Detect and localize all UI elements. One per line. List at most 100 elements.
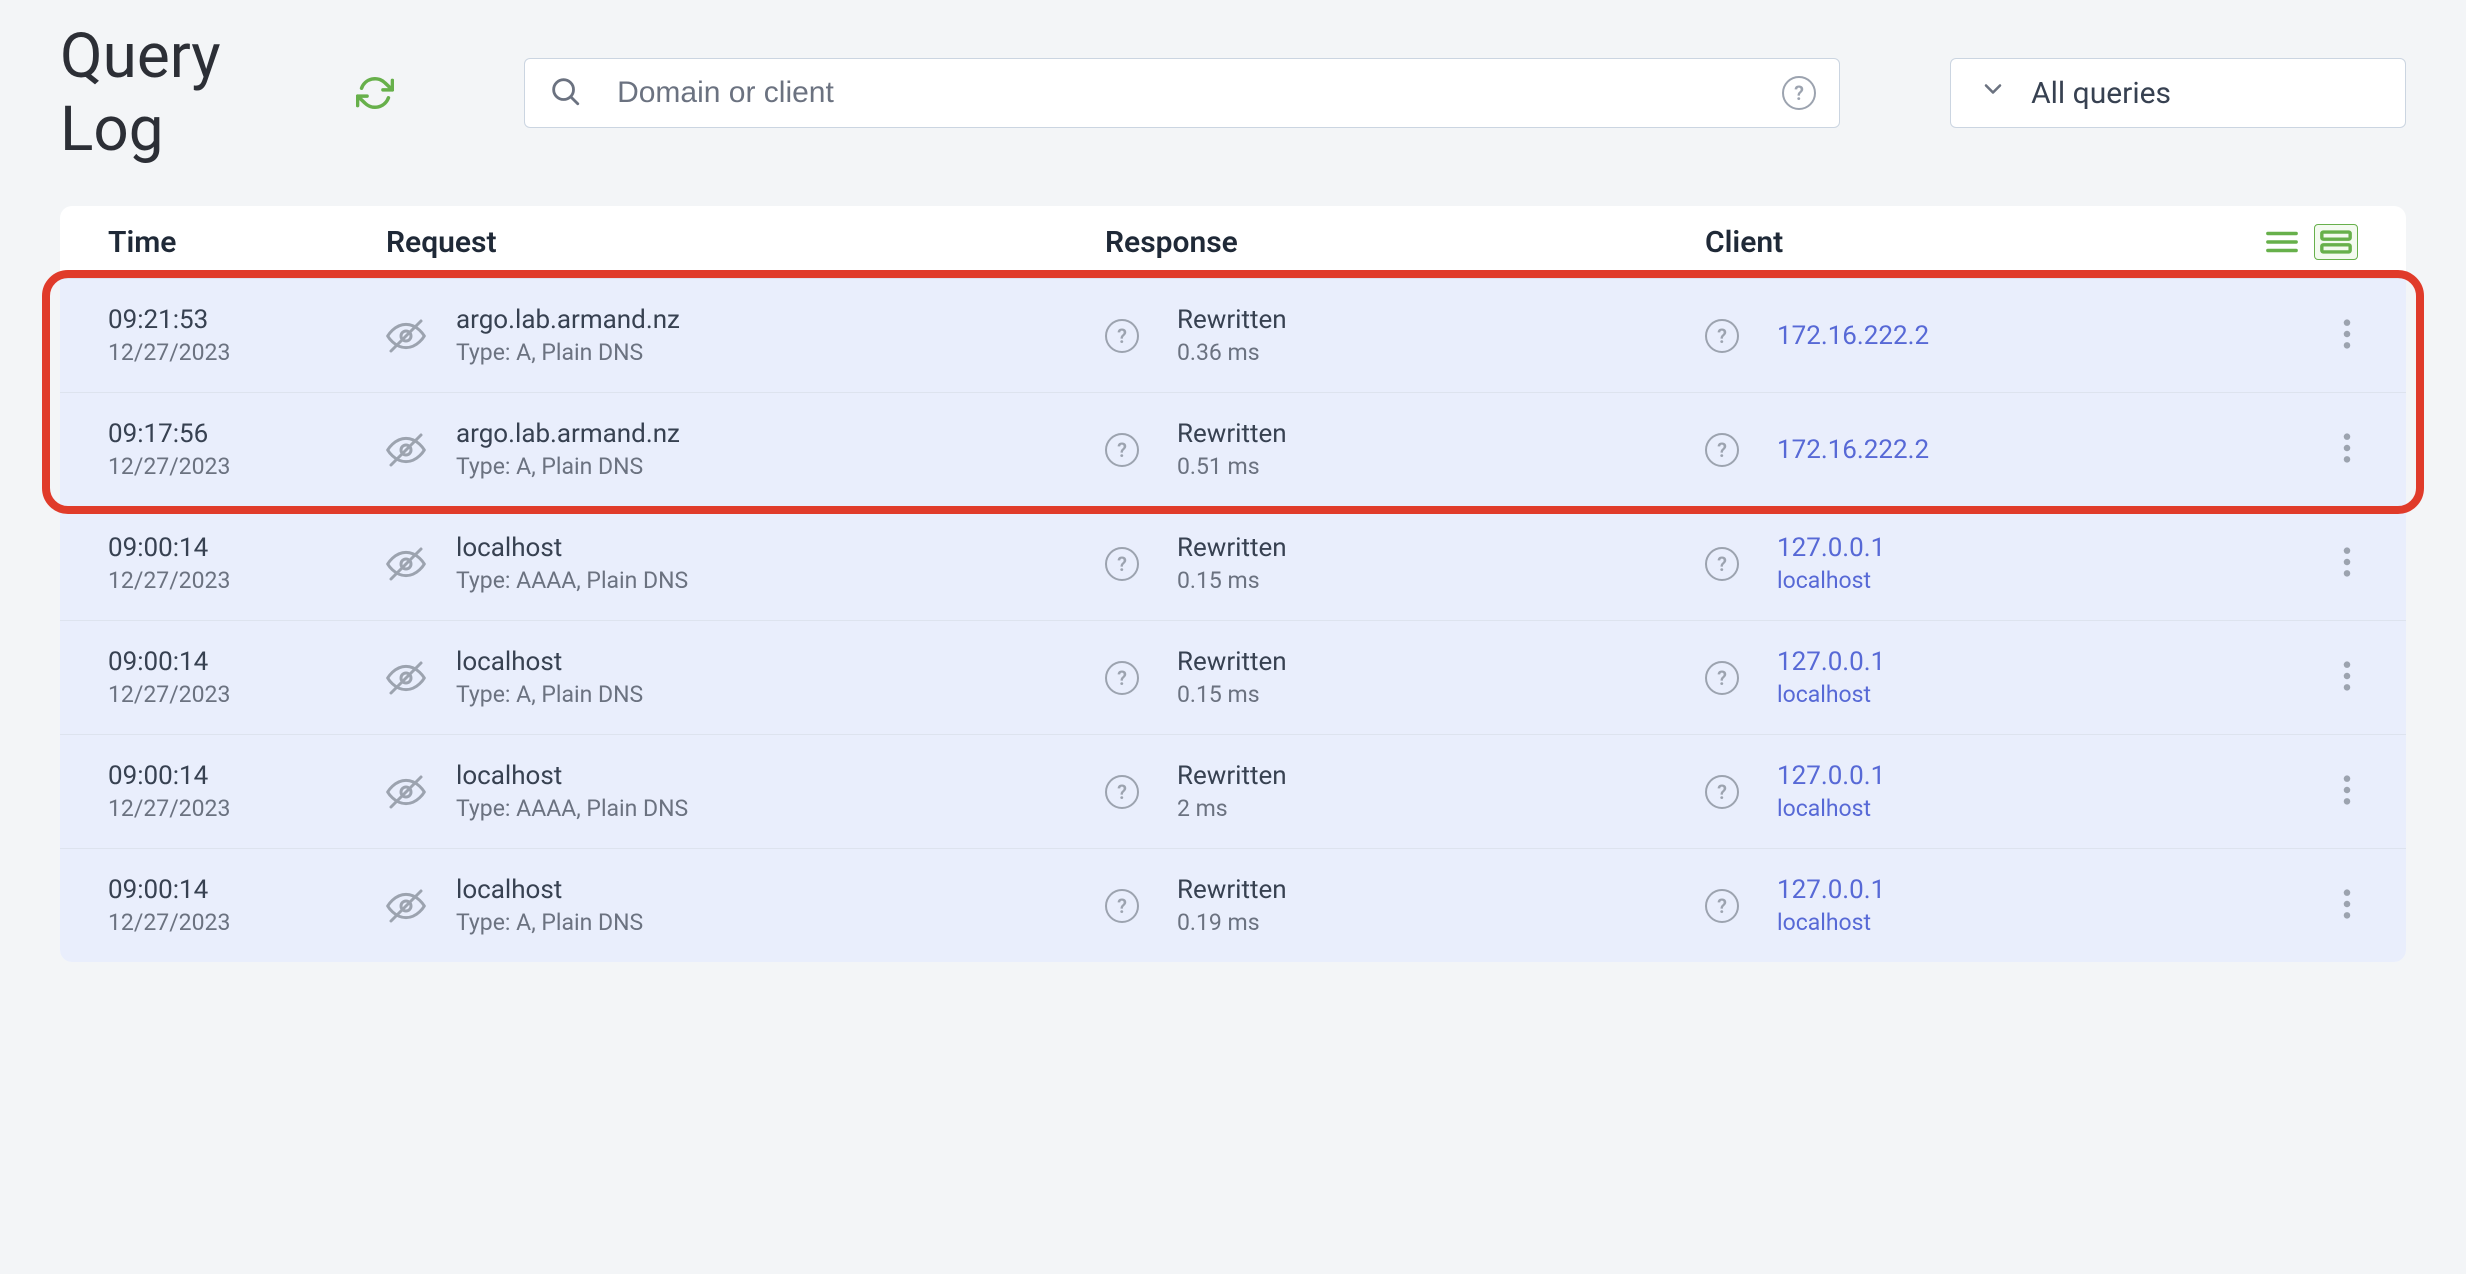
table-row[interactable]: 09:00:14 12/27/2023 localhost Type: A, P… xyxy=(60,620,2406,734)
request-cell: argo.lab.armand.nz Type: A, Plain DNS xyxy=(386,305,1105,366)
help-icon[interactable]: ? xyxy=(1705,547,1739,581)
table-row[interactable]: 09:17:56 12/27/2023 argo.lab.armand.nz T… xyxy=(60,392,2406,506)
request-type: Type: A, Plain DNS xyxy=(456,453,680,480)
request-cell: localhost Type: A, Plain DNS xyxy=(386,875,1105,936)
search-icon xyxy=(548,74,582,112)
time-value: 09:00:14 xyxy=(108,647,386,677)
client-cell: ? 172.16.222.2 xyxy=(1705,433,2336,467)
response-cell: ? Rewritten 0.19 ms xyxy=(1105,875,1705,936)
filter-label: All queries xyxy=(2031,76,2171,111)
time-cell: 09:00:14 12/27/2023 xyxy=(108,533,386,594)
col-header-response[interactable]: Response xyxy=(1105,225,1705,260)
help-icon[interactable]: ? xyxy=(1782,76,1816,110)
response-latency: 2 ms xyxy=(1177,795,1287,822)
response-latency: 0.19 ms xyxy=(1177,909,1287,936)
filter-dropdown[interactable]: All queries xyxy=(1950,58,2406,128)
client-name[interactable]: localhost xyxy=(1777,909,1885,936)
time-value: 09:21:53 xyxy=(108,305,386,335)
table-header-row: Time Request Response Client xyxy=(60,206,2406,278)
help-icon[interactable]: ? xyxy=(1705,889,1739,923)
search-input[interactable] xyxy=(524,58,1840,128)
request-type: Type: A, Plain DNS xyxy=(456,909,643,936)
time-cell: 09:21:53 12/27/2023 xyxy=(108,305,386,366)
tracker-icon[interactable] xyxy=(386,658,426,698)
help-icon[interactable]: ? xyxy=(1705,661,1739,695)
compact-view-icon[interactable] xyxy=(2260,224,2304,260)
tracker-icon[interactable] xyxy=(386,430,426,470)
client-cell: ? 127.0.0.1 localhost xyxy=(1705,647,2336,708)
client-ip[interactable]: 127.0.0.1 xyxy=(1777,875,1885,905)
date-value: 12/27/2023 xyxy=(108,909,386,936)
client-ip[interactable]: 172.16.222.2 xyxy=(1777,435,1929,465)
request-cell: argo.lab.armand.nz Type: A, Plain DNS xyxy=(386,419,1105,480)
more-menu-icon[interactable] xyxy=(2336,541,2358,587)
client-name[interactable]: localhost xyxy=(1777,681,1885,708)
query-log-table: Time Request Response Client 09:21:53 xyxy=(60,206,2406,962)
response-status: Rewritten xyxy=(1177,419,1287,449)
response-status: Rewritten xyxy=(1177,761,1287,791)
date-value: 12/27/2023 xyxy=(108,453,386,480)
response-cell: ? Rewritten 0.15 ms xyxy=(1105,533,1705,594)
table-row[interactable]: 09:00:14 12/27/2023 localhost Type: AAAA… xyxy=(60,734,2406,848)
col-header-time[interactable]: Time xyxy=(108,225,386,260)
request-type: Type: AAAA, Plain DNS xyxy=(456,795,688,822)
request-domain: argo.lab.armand.nz xyxy=(456,419,680,449)
client-ip[interactable]: 127.0.0.1 xyxy=(1777,533,1885,563)
help-icon[interactable]: ? xyxy=(1705,433,1739,467)
tracker-icon[interactable] xyxy=(386,316,426,356)
help-icon[interactable]: ? xyxy=(1105,319,1139,353)
response-cell: ? Rewritten 0.51 ms xyxy=(1105,419,1705,480)
response-status: Rewritten xyxy=(1177,305,1287,335)
time-cell: 09:00:14 12/27/2023 xyxy=(108,875,386,936)
time-cell: 09:17:56 12/27/2023 xyxy=(108,419,386,480)
refresh-icon[interactable] xyxy=(356,74,394,112)
response-status: Rewritten xyxy=(1177,647,1287,677)
time-value: 09:17:56 xyxy=(108,419,386,449)
client-name[interactable]: localhost xyxy=(1777,567,1885,594)
help-icon[interactable]: ? xyxy=(1705,775,1739,809)
tracker-icon[interactable] xyxy=(386,544,426,584)
detailed-view-icon[interactable] xyxy=(2314,224,2358,260)
client-ip[interactable]: 172.16.222.2 xyxy=(1777,321,1929,351)
help-icon[interactable]: ? xyxy=(1105,547,1139,581)
chevron-down-icon xyxy=(1979,75,2007,111)
help-icon[interactable]: ? xyxy=(1105,433,1139,467)
table-row[interactable]: 09:00:14 12/27/2023 localhost Type: AAAA… xyxy=(60,506,2406,620)
client-ip[interactable]: 127.0.0.1 xyxy=(1777,761,1885,791)
request-domain: localhost xyxy=(456,533,688,563)
tracker-icon[interactable] xyxy=(386,772,426,812)
page-title: Query Log xyxy=(60,20,394,166)
more-menu-icon[interactable] xyxy=(2336,427,2358,473)
col-header-client[interactable]: Client xyxy=(1705,225,2260,260)
search-field[interactable]: ? xyxy=(524,58,1840,128)
tracker-icon[interactable] xyxy=(386,886,426,926)
table-row[interactable]: 09:00:14 12/27/2023 localhost Type: A, P… xyxy=(60,848,2406,962)
response-cell: ? Rewritten 0.36 ms xyxy=(1105,305,1705,366)
request-domain: localhost xyxy=(456,647,643,677)
response-cell: ? Rewritten 0.15 ms xyxy=(1105,647,1705,708)
more-menu-icon[interactable] xyxy=(2336,883,2358,929)
time-cell: 09:00:14 12/27/2023 xyxy=(108,647,386,708)
request-type: Type: AAAA, Plain DNS xyxy=(456,567,688,594)
request-domain: argo.lab.armand.nz xyxy=(456,305,680,335)
request-cell: localhost Type: AAAA, Plain DNS xyxy=(386,761,1105,822)
request-domain: localhost xyxy=(456,761,688,791)
request-domain: localhost xyxy=(456,875,643,905)
date-value: 12/27/2023 xyxy=(108,567,386,594)
table-row[interactable]: 09:21:53 12/27/2023 argo.lab.armand.nz T… xyxy=(60,278,2406,392)
more-menu-icon[interactable] xyxy=(2336,769,2358,815)
response-latency: 0.51 ms xyxy=(1177,453,1287,480)
help-icon[interactable]: ? xyxy=(1105,889,1139,923)
help-icon[interactable]: ? xyxy=(1705,319,1739,353)
time-value: 09:00:14 xyxy=(108,761,386,791)
request-type: Type: A, Plain DNS xyxy=(456,681,643,708)
date-value: 12/27/2023 xyxy=(108,795,386,822)
client-ip[interactable]: 127.0.0.1 xyxy=(1777,647,1885,677)
client-name[interactable]: localhost xyxy=(1777,795,1885,822)
more-menu-icon[interactable] xyxy=(2336,655,2358,701)
help-icon[interactable]: ? xyxy=(1105,775,1139,809)
col-header-request[interactable]: Request xyxy=(386,225,1105,260)
more-menu-icon[interactable] xyxy=(2336,313,2358,359)
help-icon[interactable]: ? xyxy=(1105,661,1139,695)
time-cell: 09:00:14 12/27/2023 xyxy=(108,761,386,822)
